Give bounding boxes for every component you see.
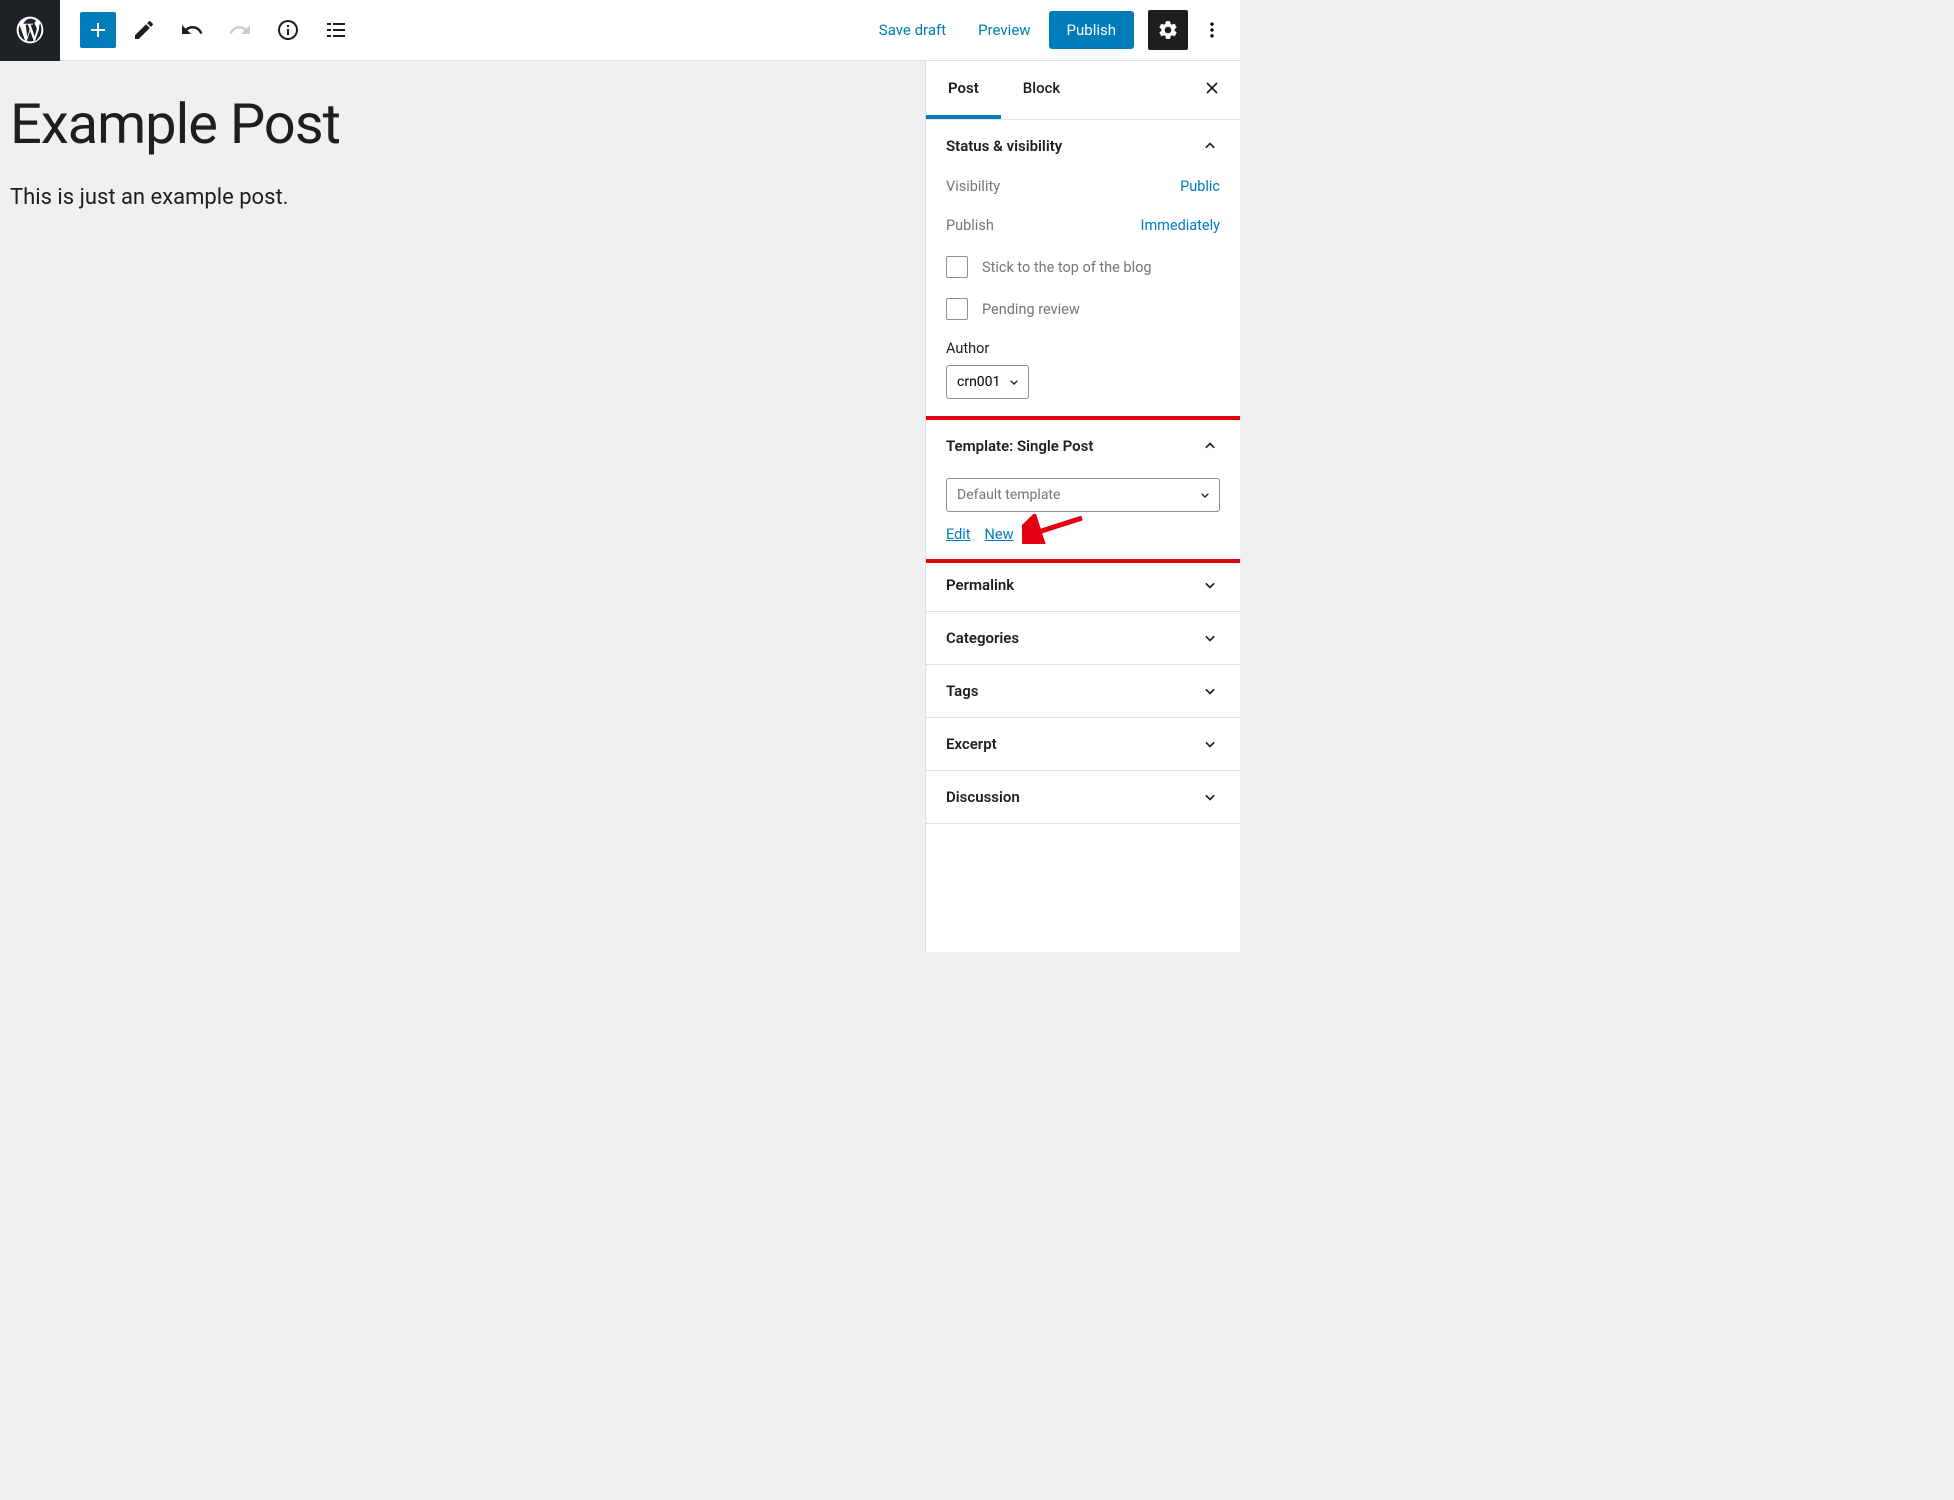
editor-canvas[interactable]: Example Post This is just an example pos… <box>0 61 925 952</box>
panel-excerpt-heading: Excerpt <box>946 735 997 753</box>
annotation-highlight: Template: Single Post Default template E… <box>925 416 1240 563</box>
pending-review-checkbox[interactable] <box>946 298 968 320</box>
panel-template: Template: Single Post Default template E… <box>926 420 1240 559</box>
chevron-down-icon <box>1200 734 1220 754</box>
template-edit-link[interactable]: Edit <box>946 526 971 543</box>
close-icon <box>1202 78 1222 98</box>
preview-button[interactable]: Preview <box>964 11 1044 49</box>
redo-icon <box>228 18 252 42</box>
publish-value[interactable]: Immediately <box>1141 217 1220 234</box>
panel-status-visibility: Status & visibility Visibility Public Pu… <box>926 120 1240 420</box>
panel-discussion-heading: Discussion <box>946 788 1020 806</box>
author-label: Author <box>946 340 1220 357</box>
panel-excerpt-toggle[interactable]: Excerpt <box>926 718 1240 770</box>
pencil-icon <box>132 18 156 42</box>
visibility-label: Visibility <box>946 178 1000 195</box>
list-view-icon <box>324 18 348 42</box>
panel-discussion: Discussion <box>926 771 1240 824</box>
panel-discussion-toggle[interactable]: Discussion <box>926 771 1240 823</box>
panel-template-heading: Template: Single Post <box>946 437 1093 455</box>
chevron-down-icon <box>1200 628 1220 648</box>
panel-tags: Tags <box>926 665 1240 718</box>
chevron-down-icon <box>1200 787 1220 807</box>
panel-categories-heading: Categories <box>946 629 1019 647</box>
panel-categories-toggle[interactable]: Categories <box>926 612 1240 664</box>
undo-icon <box>180 18 204 42</box>
panel-permalink-heading: Permalink <box>946 576 1014 594</box>
template-select-value: Default template <box>957 487 1060 503</box>
wordpress-logo[interactable] <box>0 0 60 61</box>
panel-permalink: Permalink <box>926 559 1240 612</box>
tab-post[interactable]: Post <box>926 61 1001 119</box>
tab-block[interactable]: Block <box>1001 61 1082 119</box>
save-draft-button[interactable]: Save draft <box>865 11 960 49</box>
tool-group-left <box>60 10 356 50</box>
wordpress-icon <box>14 14 46 46</box>
close-sidebar-button[interactable] <box>1184 78 1240 102</box>
publish-label: Publish <box>946 217 994 234</box>
chevron-down-icon <box>1006 374 1022 390</box>
chevron-up-icon <box>1200 136 1220 156</box>
main-area: Example Post This is just an example pos… <box>0 61 1240 952</box>
panel-status-toggle[interactable]: Status & visibility <box>926 120 1240 172</box>
tool-group-right: Save draft Preview Publish <box>865 10 1240 50</box>
author-select[interactable]: crn001 <box>946 365 1029 399</box>
panel-excerpt: Excerpt <box>926 718 1240 771</box>
settings-sidebar: Post Block Status & visibility Visibilit… <box>925 61 1240 952</box>
visibility-value[interactable]: Public <box>1180 178 1220 195</box>
panel-tags-heading: Tags <box>946 682 979 700</box>
template-new-link[interactable]: New <box>985 526 1014 543</box>
chevron-down-icon <box>1200 575 1220 595</box>
more-options-button[interactable] <box>1192 10 1232 50</box>
gear-icon <box>1157 19 1179 41</box>
sticky-label: Stick to the top of the blog <box>982 259 1152 276</box>
settings-button[interactable] <box>1148 10 1188 50</box>
add-block-button[interactable] <box>80 12 116 48</box>
panel-template-toggle[interactable]: Template: Single Post <box>926 420 1240 472</box>
publish-button[interactable]: Publish <box>1049 11 1134 49</box>
redo-button[interactable] <box>220 10 260 50</box>
annotation-arrow-icon <box>1022 514 1092 544</box>
panel-permalink-toggle[interactable]: Permalink <box>926 559 1240 611</box>
info-button[interactable] <box>268 10 308 50</box>
chevron-up-icon <box>1200 436 1220 456</box>
template-select[interactable]: Default template <box>946 478 1220 512</box>
post-title[interactable]: Example Post <box>10 91 915 157</box>
sticky-checkbox[interactable] <box>946 256 968 278</box>
outline-button[interactable] <box>316 10 356 50</box>
panel-tags-toggle[interactable]: Tags <box>926 665 1240 717</box>
chevron-down-icon <box>1197 487 1213 503</box>
pending-review-label: Pending review <box>982 301 1080 318</box>
kebab-icon <box>1202 20 1222 40</box>
panel-categories: Categories <box>926 612 1240 665</box>
panel-status-heading: Status & visibility <box>946 137 1062 155</box>
top-toolbar: Save draft Preview Publish <box>0 0 1240 61</box>
edit-mode-button[interactable] <box>124 10 164 50</box>
post-body[interactable]: This is just an example post. <box>10 185 915 210</box>
author-value: crn001 <box>957 374 1000 390</box>
plus-icon <box>86 18 110 42</box>
sidebar-tabs: Post Block <box>926 61 1240 120</box>
info-icon <box>276 18 300 42</box>
chevron-down-icon <box>1200 681 1220 701</box>
undo-button[interactable] <box>172 10 212 50</box>
